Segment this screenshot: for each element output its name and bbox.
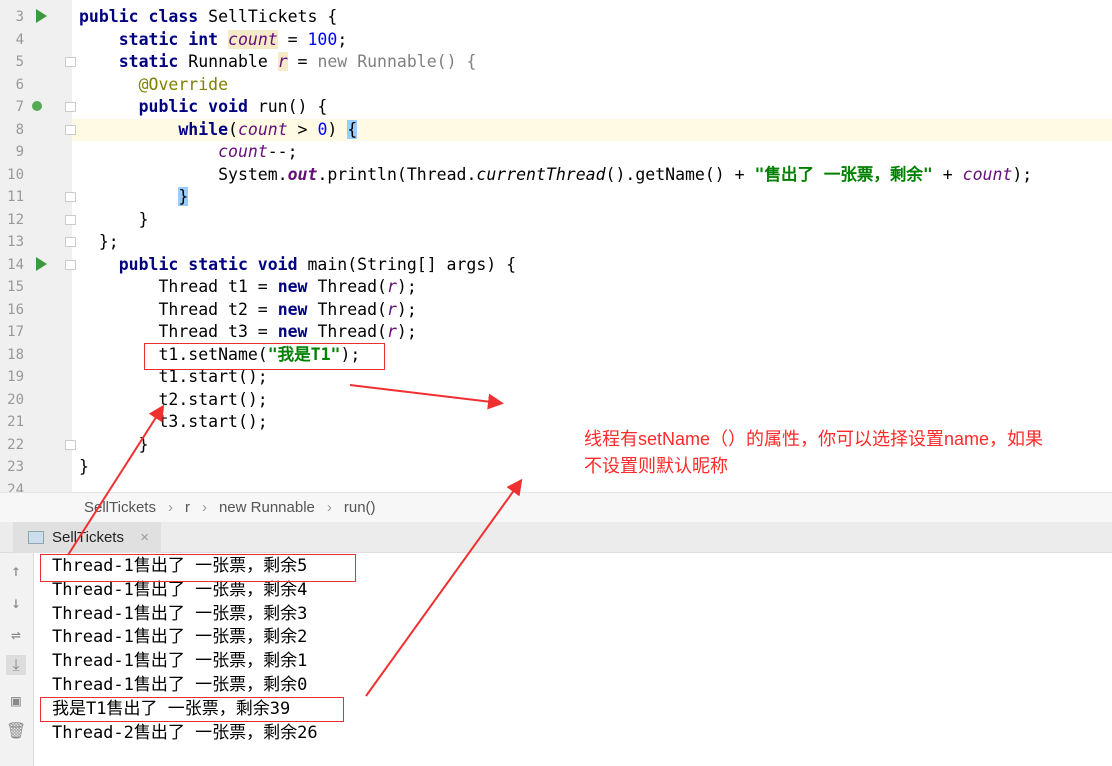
annotation-note: 线程有setName（）的属性，你可以选择设置name，如果 不设置则默认昵称	[584, 426, 1109, 480]
arrow-to-annotation	[349, 384, 504, 410]
annotation-line: 线程有setName（）的属性，你可以选择设置name，如果	[584, 429, 1044, 449]
annotation-arrows	[67, 384, 523, 697]
arrow-from-output	[365, 478, 523, 697]
annotation-line: 不设置则默认昵称	[584, 456, 728, 476]
arrow-to-setname	[67, 404, 165, 556]
